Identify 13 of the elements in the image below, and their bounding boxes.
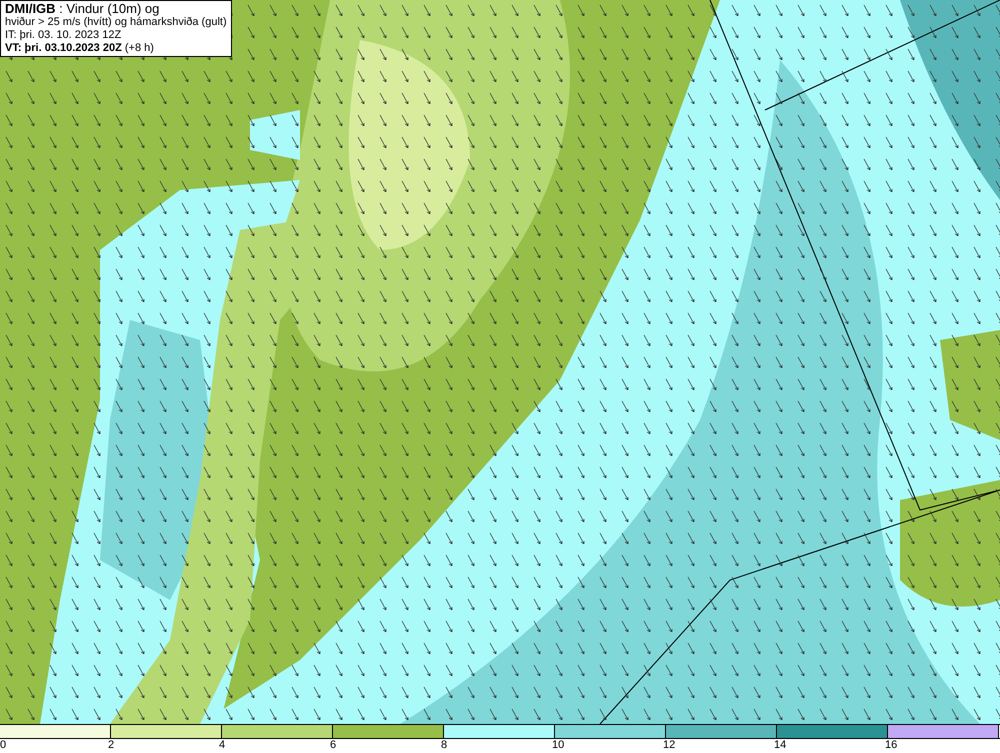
header-text: VT: þri. 03.10.2023 20Z (+8 h) (5, 42, 155, 55)
legend-label: 6 (330, 739, 336, 752)
legend-label: 2 (108, 739, 114, 752)
legend-label: 12 (663, 739, 676, 752)
legend-label: 0 (0, 739, 6, 752)
legend-label: 10 (552, 739, 564, 752)
header-text: IT: þri. 03. 10. 2023 12Z (5, 29, 122, 42)
legend-label: 14 (774, 739, 786, 752)
legend-label: 4 (219, 739, 226, 752)
legend-label: 8 (441, 739, 448, 752)
header-text: hviður > 25 m/s (hvítt) og hámarkshviða (gult) (5, 16, 227, 29)
header-text: DMI/IGB : Vindur (10m) og (5, 1, 160, 16)
legend-label: 16 (885, 739, 898, 752)
